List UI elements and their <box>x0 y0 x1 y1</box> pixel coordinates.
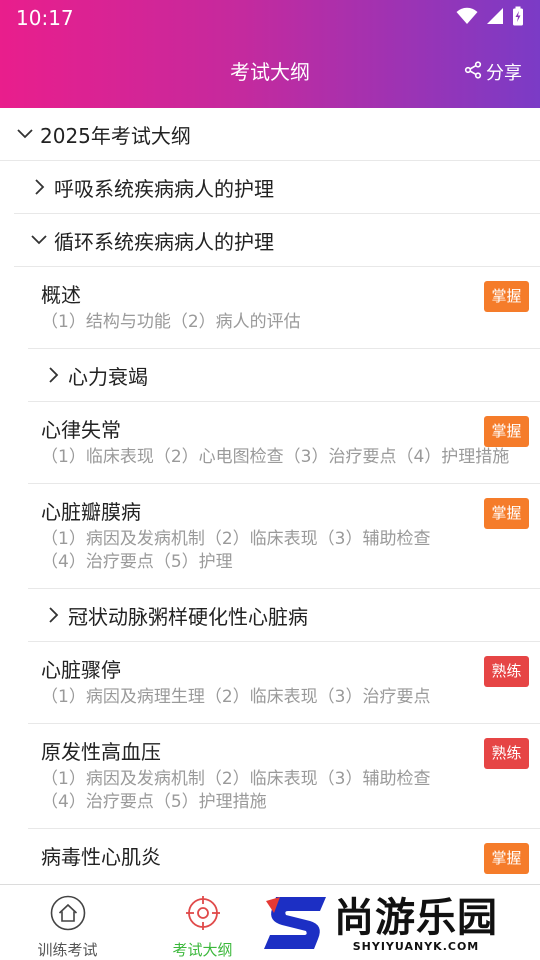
list-item[interactable]: 心脏瓣膜病 （1）病因及发病机制（2）临床表现（3）辅助检查（4）治疗要点（5）… <box>28 484 540 589</box>
page-title: 考试大纲 <box>230 60 310 84</box>
watermark-en: SHYIYUANYK.COM <box>352 940 480 953</box>
outline-list[interactable]: 2025年考试大纲 呼吸系统疾病病人的护理 循环系统疾病病人的护理 概述 （1）… <box>0 108 540 884</box>
level-badge: 掌握 <box>484 843 529 874</box>
chevron-right-icon <box>42 604 64 626</box>
level-badge: 掌握 <box>484 281 529 312</box>
status-icons <box>456 6 524 30</box>
chevron-right-icon <box>42 364 64 386</box>
chevron-right-icon <box>28 176 50 198</box>
level-badge: 熟练 <box>484 738 529 769</box>
nav-exam-outline[interactable]: 考试大纲 <box>135 885 270 960</box>
level-badge: 掌握 <box>484 498 529 529</box>
nav-training-exam[interactable]: 训练考试 <box>0 885 135 960</box>
item-title: 心脏骤停 <box>41 658 121 682</box>
outline-year-header[interactable]: 2025年考试大纲 <box>0 108 540 161</box>
subsection-label: 心力衰竭 <box>68 364 148 389</box>
signal-icon <box>486 7 504 29</box>
level-badge: 掌握 <box>484 416 529 447</box>
level-badge: 熟练 <box>484 656 529 687</box>
status-bar: 10:17 <box>0 0 540 36</box>
item-desc: （1）结构与功能（2）病人的评估 <box>41 312 301 332</box>
share-icon <box>464 60 482 84</box>
subsection-heart-failure[interactable]: 心力衰竭 <box>28 349 540 402</box>
list-item[interactable]: 心律失常 （1）临床表现（2）心电图检查（3）治疗要点（4）护理措施 掌握 <box>28 402 540 484</box>
list-item[interactable]: 概述 （1）结构与功能（2）病人的评估 掌握 <box>28 267 540 349</box>
item-title: 概述 <box>41 283 81 307</box>
item-title: 心律失常 <box>41 418 121 442</box>
nav-label: 训练考试 <box>37 941 98 959</box>
watermark-logo: 尚游乐园 SHYIYUANYK.COM <box>262 890 540 960</box>
wifi-icon <box>456 7 478 29</box>
list-item[interactable]: 心脏骤停 （1）病因及病理生理（2）临床表现（3）治疗要点 熟练 <box>28 642 540 724</box>
status-time: 10:17 <box>16 6 74 30</box>
list-item[interactable]: 病毒性心肌炎 掌握 <box>28 829 540 884</box>
outline-year-title: 2025年考试大纲 <box>40 123 191 148</box>
section-circulatory[interactable]: 循环系统疾病病人的护理 <box>14 214 540 267</box>
battery-icon <box>512 6 524 30</box>
share-label: 分享 <box>486 63 522 84</box>
subsection-coronary[interactable]: 冠状动脉粥样硬化性心脏病 <box>28 589 540 642</box>
home-icon <box>50 895 86 935</box>
item-desc: （1）病因及发病机制（2）临床表现（3）辅助检查（4）治疗要点（5）护理 <box>41 529 431 572</box>
section-label: 循环系统疾病病人的护理 <box>54 229 274 254</box>
share-button[interactable]: 分享 <box>464 56 522 88</box>
target-icon <box>185 895 221 935</box>
item-title: 心脏瓣膜病 <box>41 500 141 524</box>
chevron-down-icon <box>28 229 50 251</box>
item-title: 病毒性心肌炎 <box>41 845 161 869</box>
item-desc: （1）病因及病理生理（2）临床表现（3）治疗要点 <box>41 687 431 707</box>
item-desc: （1）病因及发病机制（2）临床表现（3）辅助检查（4）治疗要点（5）护理措施 <box>41 769 431 812</box>
watermark-text: 尚游乐园 SHYIYUANYK.COM <box>334 896 498 954</box>
section-respiratory[interactable]: 呼吸系统疾病病人的护理 <box>14 161 540 214</box>
s-logo-icon <box>262 893 328 957</box>
watermark-cn: 尚游乐园 <box>334 895 498 941</box>
nav-label: 考试大纲 <box>172 941 233 959</box>
list-item[interactable]: 原发性高血压 （1）病因及发病机制（2）临床表现（3）辅助检查（4）治疗要点（5… <box>28 724 540 829</box>
section-label: 呼吸系统疾病病人的护理 <box>54 176 274 201</box>
item-title: 原发性高血压 <box>41 740 161 764</box>
chevron-down-icon <box>14 123 36 145</box>
item-desc: （1）临床表现（2）心电图检查（3）治疗要点（4）护理措施 <box>41 447 510 467</box>
subsection-label: 冠状动脉粥样硬化性心脏病 <box>68 604 308 629</box>
